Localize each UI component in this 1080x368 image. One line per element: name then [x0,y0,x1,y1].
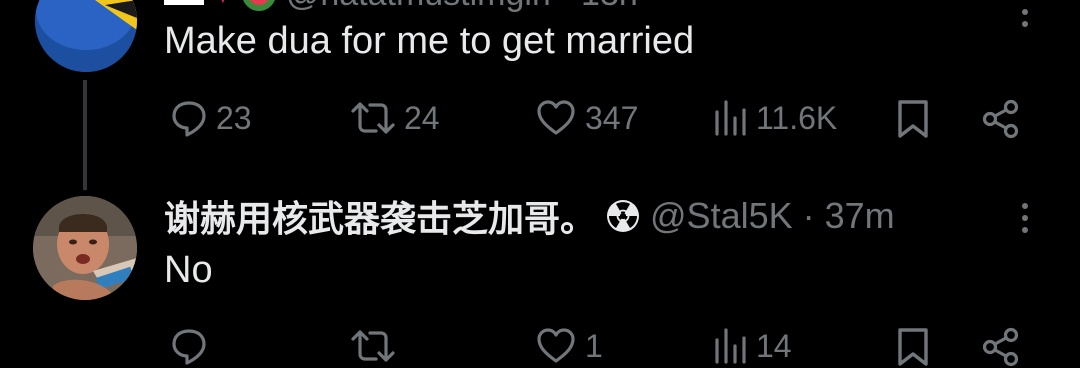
bookmark-button[interactable] [895,326,931,368]
retweet-count: 24 [404,99,440,136]
radiation-icon [607,200,640,232]
bar-chart-icon [715,328,746,364]
retweet-arrows-icon [351,330,395,362]
author-name[interactable]: 谢赫用核武器袭击芝加哥。 [164,190,596,242]
tweet-header: ♥ @hatatmustimgirl · 13h [164,0,638,14]
bookmark-icon [898,100,928,138]
like-button[interactable]: 347 [535,98,638,138]
author-handle[interactable]: @hatatmustimgirl · 13h [286,0,638,14]
more-options-button[interactable] [1015,200,1035,245]
thread-line [83,80,87,190]
retweet-arrows-icon [351,102,395,134]
like-count: 1 [585,327,603,364]
avatar[interactable] [35,0,137,72]
speech-bubble-icon [172,101,206,137]
author-handle[interactable]: @Stal5K [650,195,793,237]
tweet-header: 谢赫用核武器袭击芝加哥。 @Stal5K · 37m [164,193,895,239]
like-button[interactable]: 1 [535,326,603,366]
views-button[interactable]: 11.6K [712,98,837,138]
heart-emoji: ♥ [214,0,232,11]
tweet-text: Make dua for me to get married [164,20,695,62]
reply-count: 23 [216,99,252,136]
timestamp[interactable]: 37m [825,195,895,237]
heart-outline-icon [537,328,575,363]
reply-button[interactable] [170,326,216,366]
bookmark-icon [898,328,928,366]
share-button[interactable] [980,326,1022,368]
more-vertical-dots-icon [1022,9,1028,27]
views-count: 14 [756,327,792,364]
reply-button[interactable]: 23 [170,98,252,138]
bar-chart-icon [715,100,746,136]
share-icon [982,327,1019,367]
retweet-button[interactable] [350,326,404,366]
views-button[interactable]: 14 [712,326,792,366]
more-vertical-dots-icon [1022,203,1028,233]
flag-emoji [164,0,204,5]
heart-outline-icon [537,100,575,135]
more-options-button[interactable] [1015,4,1035,39]
share-icon [982,99,1019,139]
share-button[interactable] [980,98,1022,140]
speech-bubble-icon [172,329,206,365]
like-count: 347 [585,99,639,136]
separator: · [802,195,815,236]
watermelon-emoji [241,0,276,11]
views-count: 11.6K [756,99,838,136]
tweet-text: No [164,249,213,291]
bookmark-button[interactable] [895,98,931,140]
retweet-button[interactable]: 24 [350,98,440,138]
avatar[interactable] [33,196,137,300]
